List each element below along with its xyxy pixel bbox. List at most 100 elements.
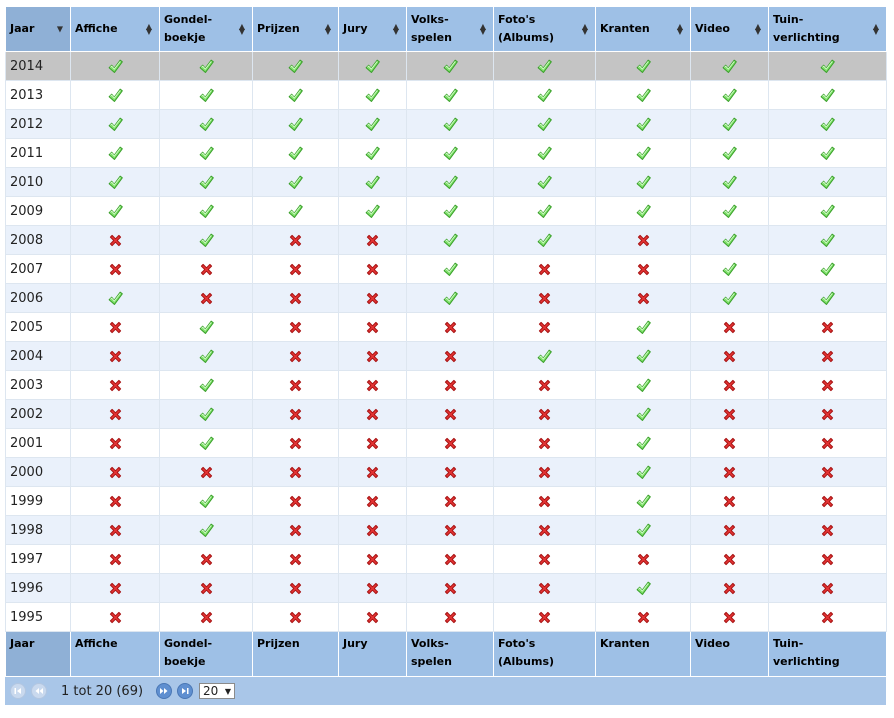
cross-icon (821, 350, 834, 362)
cross-icon (538, 524, 551, 536)
check-icon (722, 88, 737, 102)
col-header-9[interactable]: Tuin-verlichting ▲ ▼ (768, 6, 887, 52)
table-row[interactable]: 2005 (5, 312, 887, 342)
status-cell (252, 167, 339, 197)
table-row[interactable]: 2014 (5, 51, 887, 81)
col-header-4[interactable]: Jury ▲ ▼ (338, 6, 407, 52)
table-row[interactable]: 1999 (5, 486, 887, 516)
table-row[interactable]: 2011 (5, 138, 887, 168)
check-icon (722, 175, 737, 189)
column-label: Affiche (75, 22, 118, 35)
status-cell (70, 312, 160, 342)
table-row[interactable]: 2013 (5, 80, 887, 110)
sort-both-icon: ▲ ▼ (754, 22, 762, 36)
cross-icon (723, 495, 736, 507)
table-row[interactable]: 2003 (5, 370, 887, 400)
cross-icon (366, 379, 379, 391)
check-icon (636, 465, 651, 479)
table-row[interactable]: 1997 (5, 544, 887, 574)
col-header-6[interactable]: Foto's (Albums) ▲ ▼ (493, 6, 596, 52)
status-cell (690, 602, 769, 632)
cross-icon (109, 582, 121, 594)
table-row[interactable]: 2009 (5, 196, 887, 226)
cross-icon (109, 379, 121, 391)
previous-page-button[interactable] (31, 683, 47, 699)
table-row[interactable]: 2002 (5, 399, 887, 429)
column-label: Jury (343, 637, 368, 650)
check-icon (443, 146, 458, 160)
check-icon (722, 146, 737, 160)
status-cell (159, 544, 253, 574)
status-cell (690, 138, 769, 168)
cross-icon (821, 582, 834, 594)
status-cell (70, 341, 160, 371)
cross-icon (109, 495, 121, 507)
footer-col-0: Jaar (5, 631, 71, 677)
column-label: Prijzen (257, 637, 300, 650)
status-cell (406, 341, 494, 371)
cross-icon (538, 379, 551, 391)
col-header-2[interactable]: Gondel-boekje ▲ ▼ (159, 6, 253, 52)
table-row[interactable]: 2012 (5, 109, 887, 139)
check-icon (365, 59, 380, 73)
check-icon (820, 88, 835, 102)
col-header-7[interactable]: Kranten ▲ ▼ (595, 6, 691, 52)
table-row[interactable]: 2010 (5, 167, 887, 197)
cross-icon (289, 437, 302, 449)
year-cell: 2013 (5, 80, 71, 110)
status-cell (159, 370, 253, 400)
status-cell (690, 196, 769, 226)
table-row[interactable]: 1998 (5, 515, 887, 545)
next-page-button[interactable] (156, 683, 173, 699)
col-header-1[interactable]: Affiche ▲ ▼ (70, 6, 160, 52)
col-header-3[interactable]: Prijzen ▲ ▼ (252, 6, 339, 52)
next-page-icon (160, 688, 168, 694)
cross-icon (109, 437, 121, 449)
check-icon (108, 175, 123, 189)
cross-icon (723, 466, 736, 478)
status-cell (493, 486, 596, 516)
status-cell (690, 312, 769, 342)
check-icon (636, 494, 651, 508)
cross-icon (538, 292, 551, 304)
status-cell (768, 312, 887, 342)
status-cell (768, 515, 887, 545)
cross-icon (821, 495, 834, 507)
status-cell (252, 254, 339, 284)
status-cell (595, 544, 691, 574)
table-row[interactable]: 1996 (5, 573, 887, 603)
check-icon (636, 523, 651, 537)
table-row[interactable]: 2004 (5, 341, 887, 371)
check-icon (199, 204, 214, 218)
check-icon (108, 59, 123, 73)
year-cell: 1997 (5, 544, 71, 574)
status-cell (406, 428, 494, 458)
table-row[interactable]: 2008 (5, 225, 887, 255)
column-label: Volks- (411, 637, 449, 650)
status-cell (70, 167, 160, 197)
status-cell (70, 370, 160, 400)
check-icon (537, 59, 552, 73)
table-row[interactable]: 2000 (5, 457, 887, 487)
table-row[interactable]: 2006 (5, 283, 887, 313)
col-header-8[interactable]: Video ▲ ▼ (690, 6, 769, 52)
status-cell (768, 254, 887, 284)
table-row[interactable]: 2007 (5, 254, 887, 284)
cross-icon (366, 408, 379, 420)
col-header-5[interactable]: Volks-spelen ▲ ▼ (406, 6, 494, 52)
col-header-0[interactable]: Jaar ▼ (5, 6, 71, 52)
last-page-button[interactable] (177, 683, 194, 699)
status-cell (252, 457, 339, 487)
page-size-select[interactable]: 20 ▼ (199, 683, 236, 699)
status-cell (768, 283, 887, 313)
cross-icon (444, 553, 456, 565)
year-cell: 1998 (5, 515, 71, 545)
year-cell: 1995 (5, 602, 71, 632)
table-row[interactable]: 1995 (5, 602, 887, 632)
check-icon (199, 117, 214, 131)
check-icon (636, 407, 651, 421)
status-cell (595, 109, 691, 139)
cross-icon (289, 466, 302, 478)
table-row[interactable]: 2001 (5, 428, 887, 458)
first-page-button[interactable] (10, 683, 26, 699)
